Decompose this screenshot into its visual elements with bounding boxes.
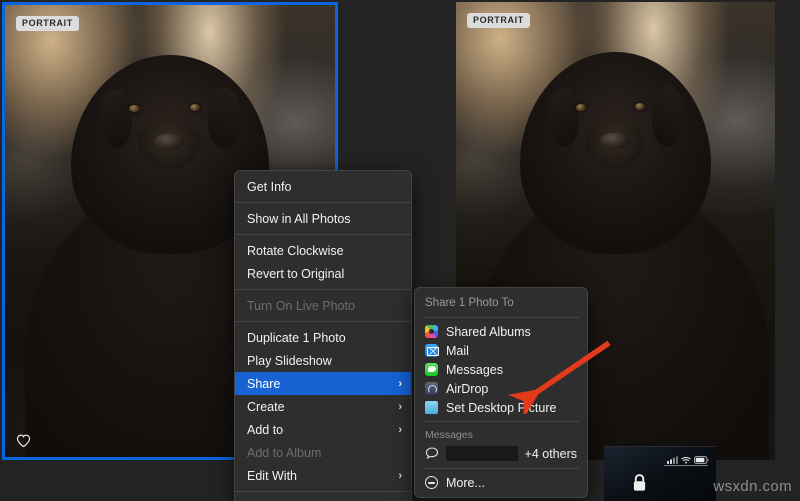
share-target-shared-albums[interactable]: Shared Albums [415, 322, 587, 341]
dog-nose [154, 134, 184, 151]
share-target-label: Shared Albums [446, 324, 531, 339]
dog-head-shape-2 [519, 52, 712, 254]
menu-item-label: Add to Album [247, 445, 322, 460]
more-ellipsis-icon [425, 476, 438, 489]
chevron-right-icon: › [398, 400, 402, 413]
menu-item-edit-with[interactable]: Edit With › [235, 464, 411, 487]
share-recent-recipient[interactable]: +4 others [415, 443, 587, 464]
dog-eye-left [129, 105, 140, 113]
dog-eye-left-2 [576, 103, 587, 111]
menu-item-label: Turn On Live Photo [247, 298, 355, 313]
share-submenu[interactable]: Share 1 Photo To Shared Albums Mail Mess… [414, 287, 588, 498]
menu-item-add-to[interactable]: Add to › [235, 418, 411, 441]
mail-icon [425, 344, 439, 357]
menu-item-duplicate-1-photo[interactable]: Duplicate 1 Photo [235, 326, 411, 349]
desktop-picture-icon [425, 401, 438, 414]
portrait-badge: PORTRAIT [16, 16, 79, 31]
screenshot-root: PORTRAIT PORTRAIT Get Info Show in All P… [0, 0, 800, 501]
menu-item-label: Show in All Photos [247, 211, 351, 226]
submenu-separator [423, 468, 579, 469]
iphone-lockscreen-preview [604, 446, 716, 501]
share-recent-group-label: Messages [425, 428, 473, 441]
share-submenu-header: Share 1 Photo To [425, 296, 514, 309]
menu-separator [235, 289, 411, 290]
cellular-signal-icon [667, 451, 678, 469]
portrait-badge-2: PORTRAIT [467, 13, 530, 28]
share-target-label: Set Desktop Picture [446, 400, 557, 415]
menu-item-label: Rotate Clockwise [247, 243, 344, 258]
submenu-separator [423, 317, 579, 318]
dog-ear-left-2 [546, 86, 580, 148]
menu-item-share[interactable]: Share › [235, 372, 411, 395]
airdrop-icon [425, 382, 438, 395]
dog-ear-left [98, 88, 133, 149]
menu-item-rotate-clockwise[interactable]: Rotate Clockwise [235, 239, 411, 262]
menu-item-turn-on-live-photo: Turn On Live Photo [235, 294, 411, 317]
menu-separator [235, 202, 411, 203]
menu-item-label: Create [247, 399, 285, 414]
menu-item-play-slideshow[interactable]: Play Slideshow [235, 349, 411, 372]
menu-item-label: Duplicate 1 Photo [247, 330, 346, 345]
menu-item-create[interactable]: Create › [235, 395, 411, 418]
speech-bubble-icon [425, 447, 439, 460]
menu-item-add-to-album: Add to Album [235, 441, 411, 464]
shared-albums-icon [425, 325, 438, 338]
menu-separator [235, 234, 411, 235]
redacted-contact-name [446, 446, 518, 461]
share-target-airdrop[interactable]: AirDrop [415, 379, 587, 398]
menu-separator [235, 321, 411, 322]
dog-eye-right [189, 104, 201, 112]
share-target-messages[interactable]: Messages [415, 360, 587, 379]
menu-item-label: Play Slideshow [247, 353, 332, 368]
wifi-icon [681, 451, 691, 469]
messages-icon [425, 363, 438, 376]
share-more-button[interactable]: More... [415, 473, 587, 492]
submenu-separator [423, 421, 579, 422]
dog-ear-right-2 [651, 84, 685, 148]
dog-eye-right-2 [634, 102, 645, 110]
share-more-label: More... [446, 475, 485, 490]
share-recipient-suffix: +4 others [524, 446, 577, 461]
share-target-label: Messages [446, 362, 503, 377]
menu-item-label: Add to [247, 422, 284, 437]
watermark: wsxdn.com [713, 478, 792, 495]
share-target-label: AirDrop [446, 381, 489, 396]
chevron-right-icon: › [398, 469, 402, 482]
menu-item-label: Revert to Original [247, 266, 345, 281]
share-target-mail[interactable]: Mail [415, 341, 587, 360]
share-target-label: Mail [446, 343, 469, 358]
status-divider [664, 465, 708, 466]
chevron-right-icon: › [398, 423, 402, 436]
lock-icon [632, 473, 647, 492]
battery-icon [694, 451, 709, 469]
heart-icon[interactable] [15, 432, 32, 449]
menu-item-show-in-all-photos[interactable]: Show in All Photos [235, 207, 411, 230]
share-target-set-desktop-picture[interactable]: Set Desktop Picture [415, 398, 587, 417]
menu-item-hide-1-photo[interactable]: Hide 1 Photo [235, 496, 411, 501]
menu-item-get-info[interactable]: Get Info [235, 175, 411, 198]
menu-item-label: Share [247, 376, 281, 391]
menu-item-revert-to-original[interactable]: Revert to Original [235, 262, 411, 285]
dog-ear-right [207, 86, 242, 149]
chevron-right-icon: › [398, 377, 402, 390]
menu-separator [235, 491, 411, 492]
menu-item-label: Edit With [247, 468, 298, 483]
photo-context-menu[interactable]: Get Info Show in All Photos Rotate Clock… [234, 170, 412, 501]
phone-status-bar [667, 451, 709, 469]
dog-nose-2 [600, 132, 629, 150]
menu-item-label: Get Info [247, 179, 292, 194]
